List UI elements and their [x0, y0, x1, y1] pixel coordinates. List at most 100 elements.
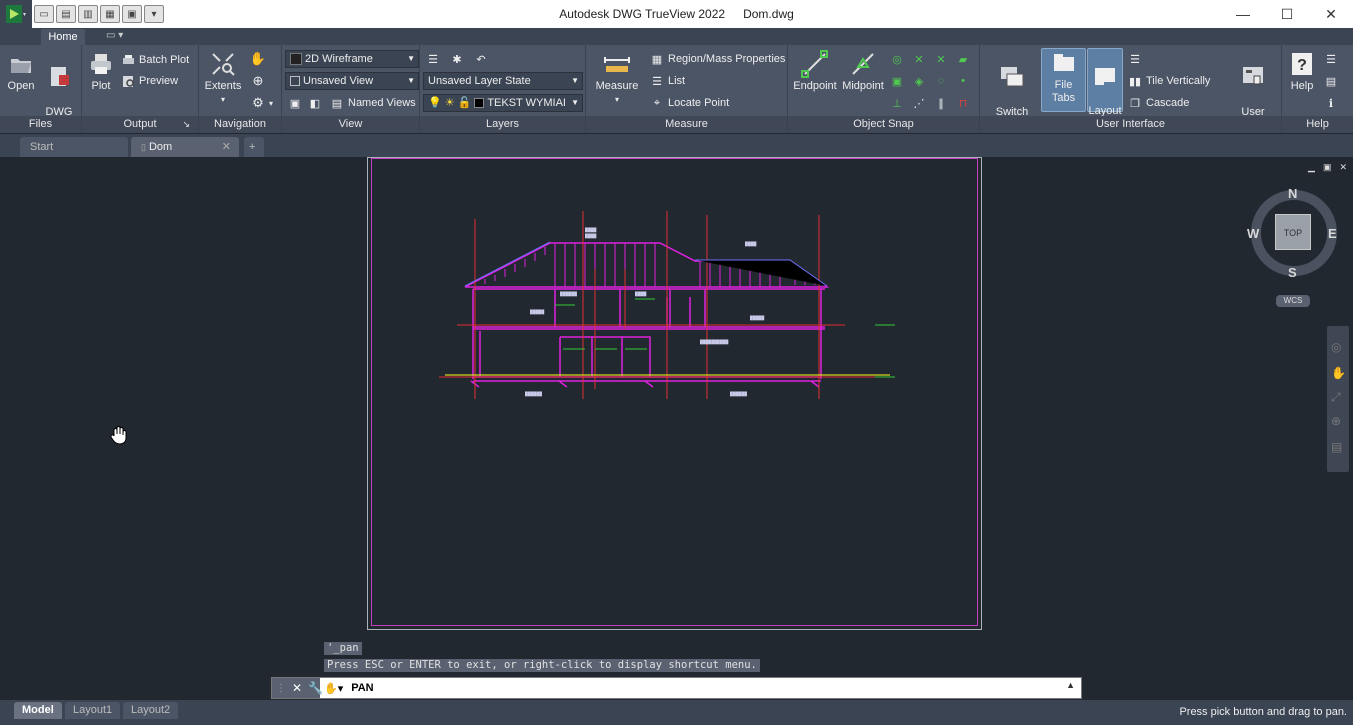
viewport-close-icon[interactable]: ✕: [1339, 162, 1347, 173]
command-prompt: ✋▾ PAN: [324, 678, 374, 698]
steering-wheel-button[interactable]: ⚙ ▾: [251, 94, 273, 112]
svg-text:██████████: ██████████: [700, 339, 729, 345]
grip-handle-icon[interactable]: ⋮: [276, 683, 286, 694]
dialog-launcher-icon[interactable]: ↘: [182, 116, 190, 133]
layout-tab-layout2[interactable]: Layout2: [123, 702, 179, 719]
region-mass-button[interactable]: ▦ Region/Mass Properties: [650, 50, 786, 68]
visual-style-dropdown[interactable]: 2D Wireframe ▼: [285, 50, 419, 68]
customize-wrench-icon[interactable]: 🔧: [308, 681, 323, 695]
zoom-icon[interactable]: ⤢: [1331, 390, 1341, 405]
pan-hand-icon[interactable]: ✋: [1331, 366, 1346, 380]
viewport-restore-icon[interactable]: ▣: [1323, 162, 1332, 173]
help-button[interactable]: ? Help: [1286, 50, 1318, 93]
viewcube-face-label: TOP: [1283, 228, 1303, 238]
cascade-button[interactable]: ❐ Cascade: [1128, 94, 1189, 112]
named-views-icon: ▤: [331, 97, 343, 110]
steering-wheel-icon: ⚙: [252, 95, 264, 110]
node-snap-button[interactable]: ▣: [890, 72, 904, 90]
maximize-button[interactable]: ☐: [1265, 0, 1309, 28]
batch-plot-label: Batch Plot: [139, 54, 190, 66]
view-restore-button[interactable]: ▣: [288, 94, 302, 112]
tab-home[interactable]: Home: [41, 29, 85, 45]
center-snap-button[interactable]: ◎: [890, 50, 904, 68]
help-info-button[interactable]: ℹ: [1324, 94, 1338, 112]
file-tabs-toggle[interactable]: File Tabs: [1041, 48, 1086, 112]
minimize-button[interactable]: —: [1221, 0, 1265, 28]
insertion-snap-button[interactable]: ⊓: [956, 94, 970, 112]
orbit-icon[interactable]: ⊕: [1331, 414, 1341, 428]
viewport-minimize-icon[interactable]: ▁: [1308, 162, 1315, 173]
layer-match-button[interactable]: ✱: [450, 50, 464, 68]
panel-measure: Measure ▾ ▦ Region/Mass Properties ☰ List …: [586, 45, 788, 133]
ribbon-minimize-icon[interactable]: ▭ ▾: [106, 30, 123, 41]
compass-west[interactable]: W: [1247, 226, 1259, 241]
tile-vertically-button[interactable]: ▮▮ Tile Vertically: [1128, 72, 1210, 90]
viewcube[interactable]: TOP N S E W: [1247, 185, 1340, 280]
tile-horizontally-button[interactable]: ☰: [1128, 50, 1142, 68]
compass-east[interactable]: E: [1328, 226, 1337, 241]
parallel-snap-button[interactable]: ∥: [934, 94, 948, 112]
tangent-snap-button[interactable]: ◌: [934, 72, 948, 90]
command-line[interactable]: ⋮ ✕ 🔧 ✋▾ PAN ▲: [271, 677, 1082, 699]
wcs-menu[interactable]: WCS: [1276, 295, 1310, 307]
intersection-snap-icon: ✕: [914, 53, 924, 66]
steering-dropdown-icon[interactable]: ▾: [269, 99, 273, 108]
viewcube-top-face[interactable]: TOP: [1275, 214, 1311, 250]
command-history-toggle-icon[interactable]: ▲: [1066, 680, 1075, 690]
compass-north[interactable]: N: [1288, 186, 1297, 201]
panel-files: Open DWG Convert Files: [0, 45, 82, 133]
compass-south[interactable]: S: [1288, 265, 1297, 280]
list-button[interactable]: ☰ List: [650, 72, 685, 90]
showmotion-icon[interactable]: ▤: [1331, 440, 1342, 454]
close-tab-icon[interactable]: ✕: [222, 137, 231, 157]
close-button[interactable]: ✕: [1309, 0, 1353, 28]
layout-tabs-toggle[interactable]: Layout Tabs: [1087, 48, 1123, 130]
extents-dropdown-icon[interactable]: ▾: [203, 93, 243, 106]
snap-settings-button[interactable]: ▰: [956, 50, 970, 68]
measure-button[interactable]: Measure ▾: [592, 50, 642, 106]
layout-tab-layout1[interactable]: Layout1: [65, 702, 121, 719]
open-button[interactable]: Open: [4, 50, 38, 93]
doc-tab-start[interactable]: Start: [20, 137, 128, 157]
batch-plot-button[interactable]: Batch Plot: [121, 51, 189, 69]
doc-tab-start-label: Start: [30, 141, 54, 153]
drawing-canvas[interactable]: ████ ████ ████ ██████ ████ █████ █████ ██████…: [0, 157, 1353, 700]
measure-dropdown-icon[interactable]: ▾: [592, 93, 642, 106]
current-command-text: PAN: [351, 682, 374, 694]
pan-cursor-icon: [110, 425, 128, 448]
extension-snap-button[interactable]: ⋰: [912, 94, 926, 112]
help-learning-button[interactable]: ▤: [1324, 72, 1338, 90]
close-command-icon[interactable]: ✕: [292, 681, 302, 695]
cube-view-icon: ◧: [309, 97, 321, 110]
layer-previous-button[interactable]: ↶: [474, 50, 488, 68]
nearest-snap-button[interactable]: •: [956, 72, 970, 90]
endpoint-snap-button[interactable]: Endpoint: [791, 50, 839, 93]
layer-state-dropdown[interactable]: Unsaved Layer State ▼: [423, 72, 583, 90]
layer-previous-icon: ↶: [476, 53, 486, 66]
help-contents-button[interactable]: ☰: [1324, 50, 1338, 68]
house-section-drawing: ████████████ ██████ █████████ ███████████…: [439, 211, 895, 399]
apparent-intersection-icon: ✕: [936, 53, 946, 66]
preview-button[interactable]: Preview: [121, 72, 178, 90]
saved-view-dropdown[interactable]: Unsaved View ▼: [285, 72, 419, 90]
dropdown-arrow-icon: ▼: [571, 76, 579, 85]
layer-properties-button[interactable]: ☰: [426, 50, 440, 68]
midpoint-snap-button[interactable]: Midpoint: [839, 50, 887, 93]
view-3d-button[interactable]: ◧: [308, 94, 322, 112]
orbit-button[interactable]: ⊕: [251, 72, 265, 90]
perpendicular-snap-button[interactable]: ⊥: [890, 94, 904, 112]
named-views-button[interactable]: ▤ Named Views: [330, 94, 416, 112]
apparent-intersection-snap-button[interactable]: ✕: [934, 50, 948, 68]
locate-point-button[interactable]: ⌖ Locate Point: [650, 94, 729, 112]
extents-button[interactable]: Extents ▾: [203, 50, 243, 106]
plot-button[interactable]: Plot: [86, 50, 116, 93]
file-tabs-label: File Tabs: [1051, 79, 1076, 104]
quadrant-snap-button[interactable]: ◈: [912, 72, 926, 90]
intersection-snap-button[interactable]: ✕: [912, 50, 926, 68]
steering-wheels-icon[interactable]: ◎: [1331, 340, 1341, 354]
current-layer-dropdown[interactable]: 💡 ☀ 🔓 TEKST WYMIAI ▼: [423, 94, 583, 112]
doc-tab-dom[interactable]: ▯ Dom ✕: [131, 137, 239, 157]
pan-button[interactable]: ✋: [250, 50, 266, 68]
new-tab-button[interactable]: +: [244, 137, 264, 157]
layout-tab-model[interactable]: Model: [14, 702, 62, 719]
